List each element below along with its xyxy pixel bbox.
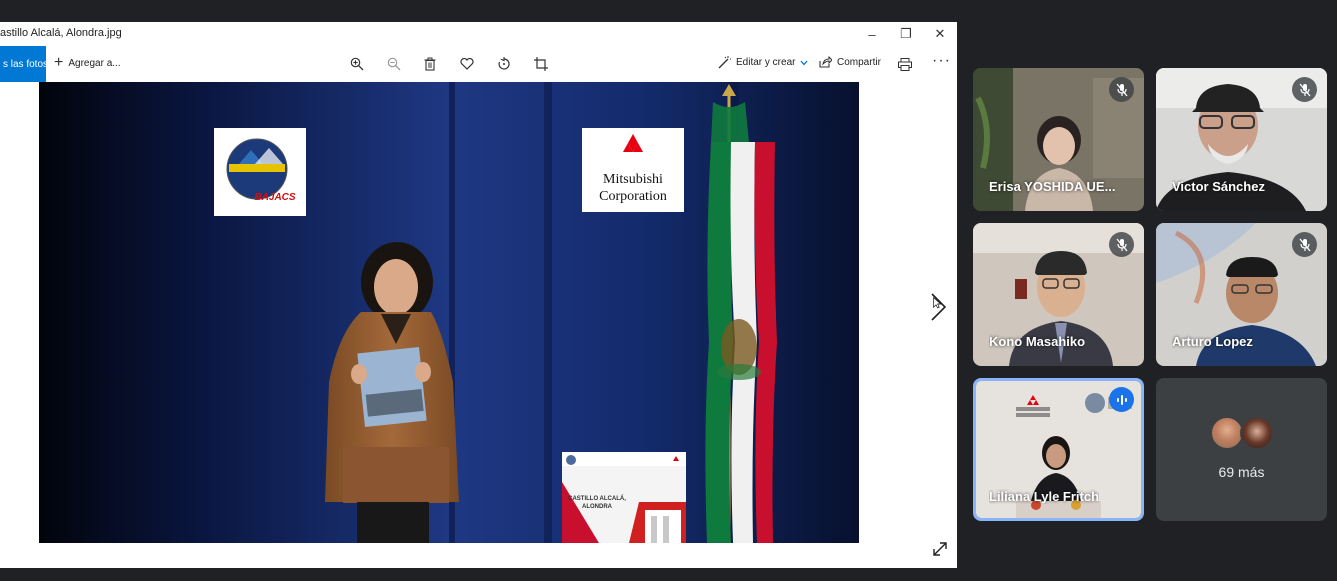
right-logo-line1: Mitsubishi xyxy=(603,172,663,187)
close-button[interactable]: ✕ xyxy=(923,22,957,46)
window-title: astillo Alcalá, Alondra.jpg xyxy=(0,27,122,39)
participant-tile-active[interactable]: Liliana Lyle Fritch xyxy=(973,378,1144,521)
share-label: Compartir xyxy=(837,56,881,68)
screen: astillo Alcalá, Alondra.jpg – ❐ ✕ s las … xyxy=(0,0,1337,581)
certificate-name-line2: ALONDRA xyxy=(582,504,613,510)
participant-tile[interactable]: Erisa YOSHIDA UE... xyxy=(973,68,1144,211)
avatar xyxy=(1210,416,1244,450)
print-icon[interactable] xyxy=(896,55,914,73)
photos-app-window: astillo Alcalá, Alondra.jpg – ❐ ✕ s las … xyxy=(0,22,957,568)
photo-viewer: BAJACS Mitsubishi Corporation CASTILLO A… xyxy=(0,82,957,568)
plus-icon: + xyxy=(54,54,64,71)
share-button[interactable]: Compartir xyxy=(819,56,881,68)
rotate-icon[interactable] xyxy=(495,55,513,73)
photos-toolbar: s las fotos + Agregar a... Editar y crea… xyxy=(0,46,957,82)
heart-icon[interactable] xyxy=(458,55,476,73)
more-participants-label: 69 más xyxy=(1218,464,1265,480)
zoom-in-icon[interactable] xyxy=(348,55,366,73)
maximize-button[interactable]: ❐ xyxy=(889,22,923,46)
participant-tile[interactable]: Victor Sánchez xyxy=(1156,68,1327,211)
mic-off-icon xyxy=(1292,77,1317,102)
participant-tile[interactable]: Kono Masahiko xyxy=(973,223,1144,366)
chevron-down-icon xyxy=(800,60,808,65)
speaking-indicator-icon xyxy=(1109,387,1134,412)
mic-off-icon xyxy=(1292,232,1317,257)
participant-name: Kono Masahiko xyxy=(989,334,1086,349)
participant-name: Liliana Lyle Fritch xyxy=(989,489,1100,504)
mic-off-icon xyxy=(1109,232,1134,257)
trash-icon[interactable] xyxy=(421,55,439,73)
more-participants-tile[interactable]: 69 más xyxy=(1156,378,1327,521)
avatar xyxy=(1240,416,1274,450)
add-to-button[interactable]: + Agregar a... xyxy=(54,55,121,71)
zoom-out-icon[interactable] xyxy=(385,55,403,73)
title-bar[interactable]: astillo Alcalá, Alondra.jpg – ❐ ✕ xyxy=(0,22,957,46)
edit-create-button[interactable]: Editar y crear xyxy=(718,56,808,69)
more-options-icon[interactable]: ··· xyxy=(932,52,951,70)
all-photos-label: s las fotos xyxy=(3,58,46,70)
fullscreen-icon[interactable] xyxy=(931,540,949,558)
share-icon xyxy=(819,56,832,68)
wand-icon xyxy=(718,56,731,69)
minimize-button[interactable]: – xyxy=(855,22,889,46)
mic-off-icon xyxy=(1109,77,1134,102)
edit-create-label: Editar y crear xyxy=(736,57,796,68)
chevron-right-icon xyxy=(931,293,947,321)
left-logo-text: BAJACS xyxy=(254,192,295,203)
add-to-label: Agregar a... xyxy=(68,57,121,69)
certificate-name-line1: CASTILLO ALCALÁ, xyxy=(568,495,626,502)
crop-icon[interactable] xyxy=(532,55,550,73)
participant-name: Erisa YOSHIDA UE... xyxy=(989,179,1116,194)
right-logo-line2: Corporation xyxy=(599,189,667,204)
next-photo-button[interactable] xyxy=(926,292,950,322)
all-photos-button[interactable]: s las fotos xyxy=(0,46,46,82)
participant-name: Victor Sánchez xyxy=(1172,179,1265,194)
participant-tile[interactable]: Arturo Lopez xyxy=(1156,223,1327,366)
participant-name: Arturo Lopez xyxy=(1172,334,1253,349)
participant-avatars xyxy=(1210,416,1280,452)
photo-image: BAJACS Mitsubishi Corporation CASTILLO A… xyxy=(39,82,859,543)
